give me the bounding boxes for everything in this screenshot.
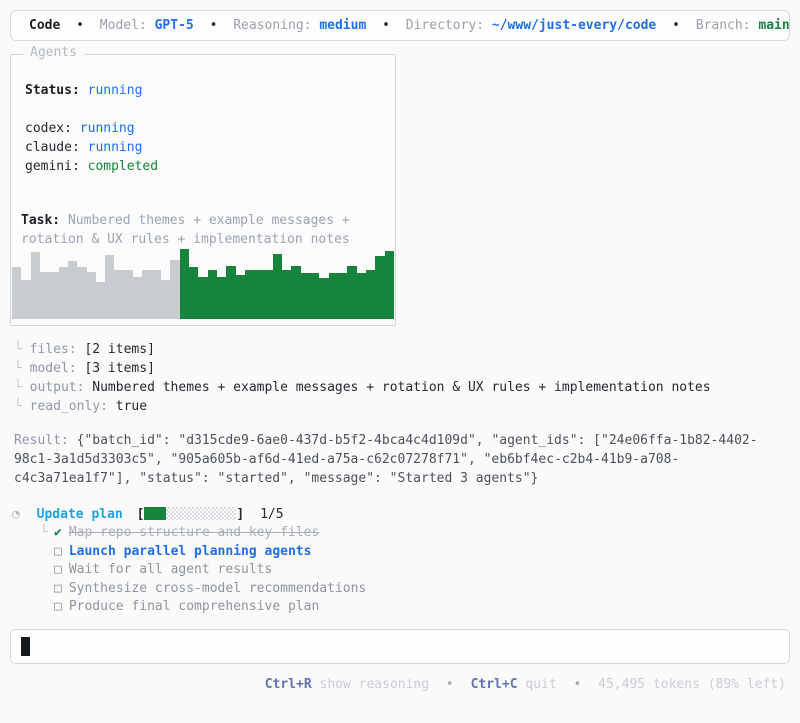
agents-task-line: Task: Numbered themes + example messages… bbox=[21, 211, 387, 249]
agent-state: running bbox=[87, 140, 143, 155]
task-label: Task: bbox=[21, 213, 61, 228]
status-bar: Code • Model: GPT-5 • Reasoning: medium … bbox=[10, 10, 790, 41]
param-key: output: bbox=[29, 380, 85, 395]
agent-state: completed bbox=[87, 159, 159, 174]
plan-progress-remaining bbox=[166, 507, 237, 520]
checkbox-icon: □ bbox=[54, 580, 62, 596]
checkbox-icon: □ bbox=[54, 599, 62, 614]
tool-params: └ files: [2 items] └ model: [3 items] └ … bbox=[14, 340, 800, 416]
checkbox-icon: □ bbox=[54, 562, 62, 577]
plan-items: └ ✔ Map repo structure and key files □ Laun… bbox=[40, 524, 800, 617]
separator-bullet: • bbox=[445, 676, 454, 692]
param-value: true bbox=[115, 399, 148, 414]
param-value: [3 items] bbox=[84, 361, 155, 376]
checkbox-icon: □ bbox=[54, 543, 62, 559]
param-value: Numbered themes + example messages + rot… bbox=[92, 380, 711, 395]
agent-row-claude: claude: running bbox=[25, 140, 142, 155]
plan-block: ◔ Update plan [] 1/5 └ ✔ Map repo structur… bbox=[10, 505, 800, 617]
param-key: read_only: bbox=[29, 399, 108, 414]
param-value: [2 items] bbox=[84, 342, 155, 357]
separator-bullet: • bbox=[209, 18, 218, 33]
progress-bracket-open: [ bbox=[136, 507, 145, 522]
tree-branch-icon: └ bbox=[14, 399, 22, 414]
status-value: running bbox=[87, 83, 143, 98]
tree-branch-icon: └ bbox=[14, 361, 22, 376]
tree-branch-icon: └ bbox=[14, 380, 22, 395]
result-block: Result: {"batch_id": "d315cde9-6ae0-437d… bbox=[14, 431, 786, 488]
token-count: 45,495 tokens (89% left) bbox=[598, 676, 786, 692]
shortcut-key: Ctrl+R bbox=[264, 676, 312, 692]
plan-item-label: Wait for all agent results bbox=[68, 562, 273, 577]
separator-bullet: • bbox=[76, 18, 84, 33]
plan-progress-fill bbox=[144, 507, 167, 520]
tree-branch-icon: └ bbox=[14, 342, 22, 357]
task-text: Numbered themes + example messages + rot… bbox=[21, 213, 350, 247]
agent-state: running bbox=[79, 121, 135, 136]
tree-branch-icon: └ bbox=[40, 525, 48, 540]
plan-item-3: □ Synthesize cross-model recommendations bbox=[40, 580, 800, 599]
branch-label: Branch: bbox=[695, 18, 751, 33]
shortcut-key: Ctrl+C bbox=[470, 676, 518, 692]
reasoning-value: medium bbox=[319, 18, 367, 33]
agents-status-line: Status: running bbox=[25, 83, 142, 98]
agent-sparkline bbox=[12, 245, 394, 319]
agents-panel-title: Agents bbox=[23, 45, 84, 60]
agent-row-gemini: gemini: completed bbox=[25, 159, 158, 174]
status-label: Status: bbox=[25, 83, 80, 98]
plan-progress-count: 1/5 bbox=[260, 507, 284, 522]
message-input[interactable] bbox=[10, 628, 790, 664]
plan-title: Update plan bbox=[36, 507, 123, 522]
directory-label: Directory: bbox=[405, 18, 485, 33]
separator-bullet: • bbox=[573, 676, 582, 692]
text-cursor bbox=[21, 636, 30, 656]
agents-panel: Agents Status: running codex: running cl… bbox=[10, 45, 396, 326]
param-read-only: └ read_only: true bbox=[14, 397, 800, 416]
footer-bar: Ctrl+R show reasoning • Ctrl+C quit • 45… bbox=[0, 677, 786, 692]
param-files: └ files: [2 items] bbox=[14, 340, 800, 359]
separator-bullet: • bbox=[672, 18, 680, 33]
plan-item-label: Launch parallel planning agents bbox=[68, 543, 312, 559]
separator-bullet: • bbox=[382, 18, 390, 33]
model-value: GPT-5 bbox=[154, 18, 194, 33]
branch-value: main bbox=[758, 18, 790, 33]
plan-item-2: □ Wait for all agent results bbox=[40, 561, 800, 580]
plan-header: ◔ Update plan [] 1/5 bbox=[10, 505, 800, 524]
shortcut-label: show reasoning bbox=[319, 676, 430, 692]
agent-name: gemini: bbox=[25, 159, 80, 174]
plan-item-0: └ ✔ Map repo structure and key files bbox=[40, 524, 800, 543]
clock-icon: ◔ bbox=[12, 507, 20, 522]
agent-row-codex: codex: running bbox=[25, 121, 135, 136]
param-key: files: bbox=[29, 342, 77, 357]
shortcut-label: quit bbox=[525, 676, 557, 692]
agent-name: claude: bbox=[25, 140, 80, 155]
app-name: Code bbox=[29, 18, 61, 33]
param-model: └ model: [3 items] bbox=[14, 359, 800, 378]
param-key: model: bbox=[29, 361, 77, 376]
checkbox-icon: ✔ bbox=[54, 525, 62, 540]
plan-item-4: □ Produce final comprehensive plan bbox=[40, 598, 800, 617]
directory-value: ~/www/just-every/code bbox=[491, 18, 657, 33]
plan-item-label: Synthesize cross-model recommendations bbox=[68, 580, 367, 596]
agent-name: codex: bbox=[25, 121, 72, 136]
plan-item-label: Produce final comprehensive plan bbox=[68, 599, 320, 614]
param-output: └ output: Numbered themes + example mess… bbox=[14, 378, 800, 397]
result-label: Result: bbox=[14, 433, 69, 448]
result-json: {"batch_id": "d315cde9-6ae0-437d-b5f2-4b… bbox=[14, 433, 758, 486]
plan-item-label: Map repo structure and key files bbox=[68, 525, 320, 540]
progress-bracket-close: ] bbox=[236, 507, 245, 522]
model-label: Model: bbox=[99, 18, 147, 33]
plan-item-1: □ Launch parallel planning agents bbox=[40, 543, 800, 562]
reasoning-label: Reasoning: bbox=[233, 18, 312, 33]
